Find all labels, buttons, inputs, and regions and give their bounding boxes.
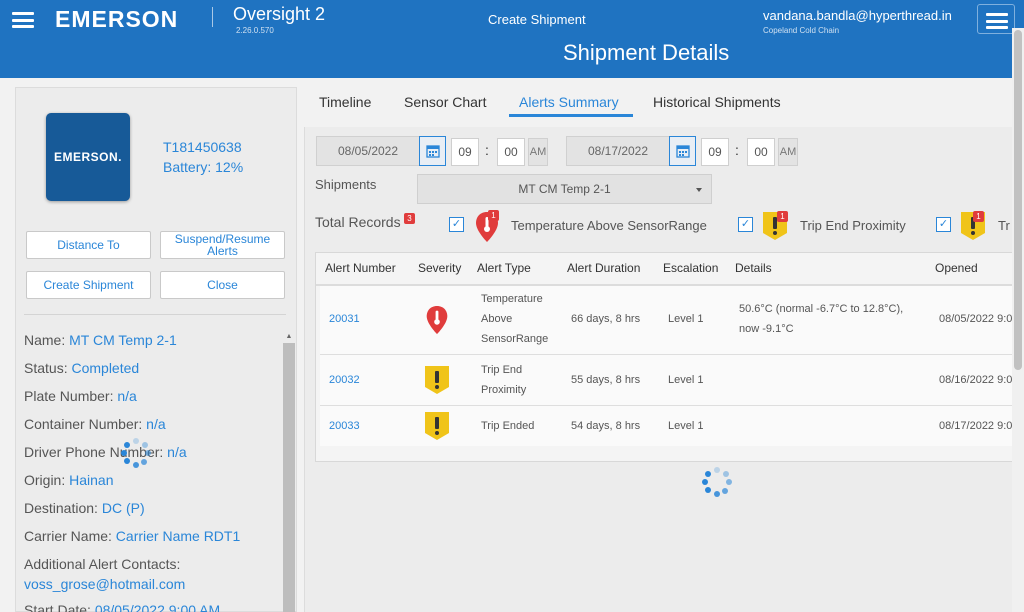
alert-details-line: now -9.1°C: [739, 323, 794, 335]
chevron-down-icon[interactable]: [696, 188, 702, 192]
info-status: Status: Completed: [24, 360, 140, 376]
hamburger-icon: [986, 13, 1008, 29]
alert-type-line: Trip End: [481, 364, 523, 376]
column-header-alert-type[interactable]: Alert Type: [477, 261, 531, 275]
nav-create-shipment[interactable]: Create Shipment: [488, 12, 586, 27]
start-calendar-button[interactable]: [419, 136, 446, 166]
filter-trip-end-proximity-count: 1: [777, 211, 788, 222]
column-header-escalation[interactable]: Escalation: [663, 261, 718, 275]
column-header-severity[interactable]: Severity: [418, 261, 461, 275]
end-date-input[interactable]: 08/17/2022: [566, 136, 670, 166]
shipments-label: Shipments: [315, 177, 377, 192]
end-minute-input[interactable]: 00: [747, 138, 775, 166]
end-hour-input[interactable]: 09: [701, 138, 729, 166]
company-logo: EMERSON.: [46, 113, 130, 201]
info-origin: Origin: Hainan: [24, 472, 114, 488]
start-hour-input[interactable]: 09: [451, 138, 479, 166]
column-header-details[interactable]: Details: [735, 261, 772, 275]
escalation-level: Level 1: [668, 313, 704, 325]
info-start-date: Start Date: 08/05/2022 9:00 AM: [24, 602, 221, 612]
calendar-icon: [675, 145, 690, 158]
calendar-icon: [425, 145, 440, 158]
alert-number-link[interactable]: 20031: [329, 309, 360, 329]
tab-historical-shipments[interactable]: Historical Shipments: [653, 94, 781, 110]
create-shipment-button[interactable]: Create Shipment: [26, 271, 151, 299]
escalation-level: Level 1: [668, 420, 704, 432]
battery-level: Battery: 12%: [163, 159, 244, 175]
filter-trip-end-proximity-label: Trip End Proximity: [800, 218, 906, 233]
info-container-number: Container Number: n/a: [24, 416, 166, 432]
opened-date: 08/16/2022 9:0: [939, 374, 1013, 386]
panel-divider: [24, 314, 286, 315]
page-title: Shipment Details: [563, 40, 730, 65]
total-records-badge: 3: [404, 213, 415, 224]
filter-trip-end-proximity-checkbox[interactable]: ✓: [738, 217, 753, 232]
alert-type-line: SensorRange: [481, 333, 549, 345]
tab-sensor-chart[interactable]: Sensor Chart: [404, 94, 486, 110]
alert-duration: 54 days, 8 hrs: [571, 420, 641, 432]
column-header-alert-number[interactable]: Alert Number: [325, 261, 396, 275]
start-minute-input[interactable]: 00: [497, 138, 525, 166]
app-version: 2.26.0.570: [236, 26, 274, 35]
suspend-resume-alerts-button[interactable]: Suspend/Resume Alerts: [160, 231, 285, 259]
info-alert-contacts-label: Additional Alert Contacts:: [24, 556, 181, 572]
column-header-alert-duration[interactable]: Alert Duration: [567, 261, 640, 275]
info-name: Name: MT CM Temp 2-1: [24, 332, 177, 348]
info-carrier-name: Carrier Name: Carrier Name RDT1: [24, 528, 241, 544]
escalation-level: Level 1: [668, 374, 704, 386]
time-separator: :: [485, 142, 489, 158]
filter-temperature-count: 1: [488, 210, 499, 221]
user-email[interactable]: vandana.bandla@hyperthread.in: [763, 8, 952, 23]
info-scroll-thumb[interactable]: [283, 343, 295, 612]
alert-number-link[interactable]: 20033: [329, 416, 360, 436]
warning-shield-icon: [425, 366, 449, 394]
filter-temperature-label: Temperature Above SensorRange: [511, 218, 707, 233]
device-id[interactable]: T181450638: [163, 139, 242, 155]
info-destination: Destination: DC (P): [24, 500, 145, 516]
loading-spinner-icon: [702, 467, 732, 497]
user-menu-button[interactable]: [977, 4, 1015, 34]
column-header-opened[interactable]: Opened: [935, 261, 978, 275]
filter-trip-ended-label: Tr: [998, 218, 1010, 233]
alert-details-line: 50.6°C (normal -6.7°C to 12.8°C),: [739, 303, 904, 315]
end-ampm-toggle[interactable]: AM: [778, 138, 798, 166]
close-button[interactable]: Close: [160, 271, 285, 299]
filter-temperature-checkbox[interactable]: ✓: [449, 217, 464, 232]
distance-to-button[interactable]: Distance To: [26, 231, 151, 259]
opened-date: 08/17/2022 9:0: [939, 420, 1013, 432]
end-calendar-button[interactable]: [669, 136, 696, 166]
opened-date: 08/05/2022 9:0: [939, 313, 1013, 325]
info-driver-phone: Driver Phone Number: n/a: [24, 444, 187, 460]
menu-icon[interactable]: [12, 12, 34, 28]
user-org: Copeland Cold Chain: [763, 26, 840, 35]
scroll-up-icon[interactable]: ▲: [283, 331, 295, 343]
loading-spinner-icon: [121, 438, 151, 468]
alert-duration: 66 days, 8 hrs: [571, 313, 641, 325]
page-scroll-thumb[interactable]: [1014, 30, 1022, 370]
shipments-select[interactable]: MT CM Temp 2-1: [417, 174, 712, 204]
alert-number-link[interactable]: 20032: [329, 370, 360, 390]
tab-timeline[interactable]: Timeline: [319, 94, 371, 110]
app-name: Oversight 2: [233, 4, 326, 24]
warning-shield-icon: [425, 412, 449, 440]
top-bar: EMERSON Oversight 2 2.26.0.570 Create Sh…: [0, 0, 1024, 78]
alert-type-line: Above: [481, 313, 513, 325]
info-alert-contacts-value: voss_grose@hotmail.com: [24, 576, 186, 592]
thermometer-alert-icon: [426, 305, 448, 335]
start-date-input[interactable]: 08/05/2022: [316, 136, 420, 166]
tab-alerts-summary[interactable]: Alerts Summary: [519, 94, 619, 110]
alert-duration: 55 days, 8 hrs: [571, 374, 641, 386]
alert-type-line: Proximity: [481, 384, 527, 396]
brand-logo: EMERSON: [55, 6, 179, 32]
total-records-label: Total Records: [315, 214, 401, 230]
start-ampm-toggle[interactable]: AM: [528, 138, 548, 166]
alert-type-line: Trip Ended: [481, 420, 535, 432]
active-tab-indicator: [509, 114, 633, 117]
brand-divider: [212, 7, 213, 27]
filter-trip-ended-count: 1: [973, 211, 984, 222]
filter-trip-ended-checkbox[interactable]: ✓: [936, 217, 951, 232]
info-plate-number: Plate Number: n/a: [24, 388, 137, 404]
time-separator: :: [735, 142, 739, 158]
alert-type-line: Temperature: [481, 293, 543, 305]
